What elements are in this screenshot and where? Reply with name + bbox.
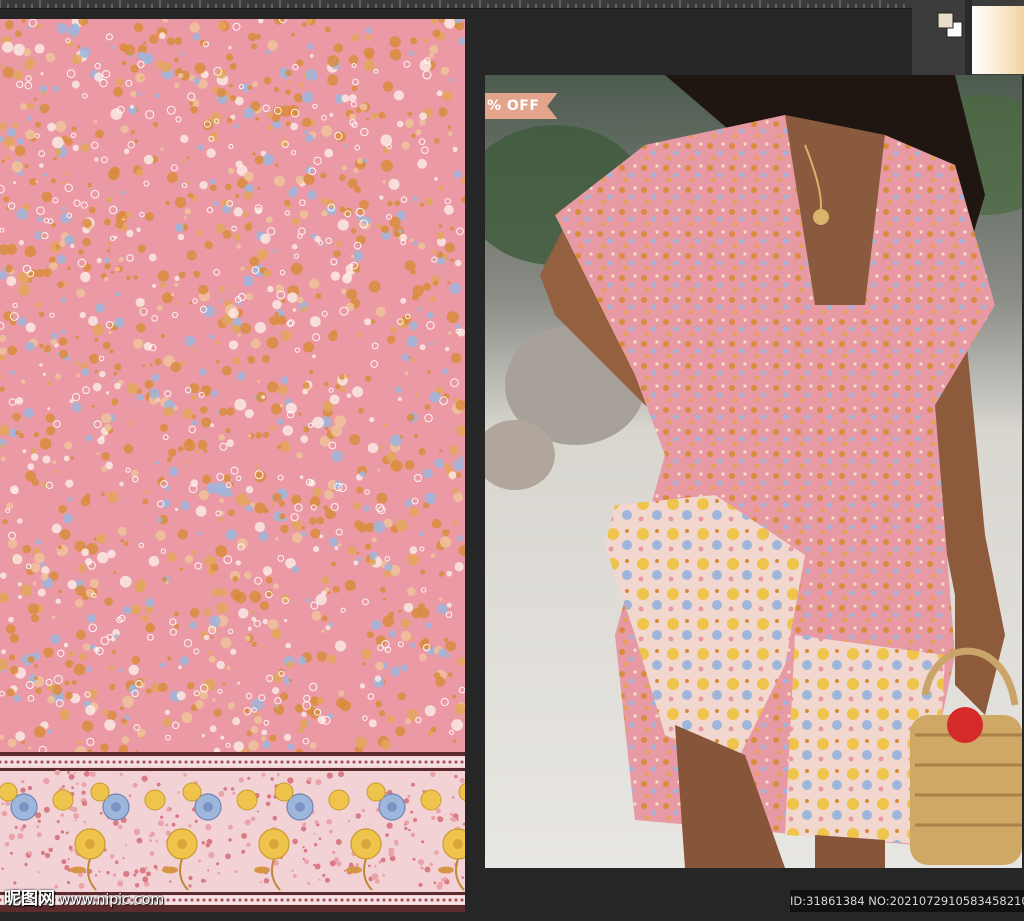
floral-pattern-canvas[interactable] — [0, 19, 465, 753]
floral-pattern — [0, 19, 465, 753]
peony-flower-icon — [274, 782, 382, 891]
site-watermark: 昵图网 www.nipic.com — [4, 884, 164, 909]
watermark-site-name: 昵图网 — [4, 889, 55, 909]
image-id-watermark: ID:31861384 NO:20210729105834582102 — [790, 890, 1024, 912]
dress-model-photo: % OFF — [485, 75, 1022, 868]
color-swatch-icon[interactable] — [936, 11, 966, 41]
ruler-ticks — [0, 0, 905, 8]
peony-flower-icon — [182, 782, 290, 891]
panel-separator — [965, 0, 972, 76]
peony-flower-icon — [0, 782, 106, 891]
photo-illustration — [485, 75, 1022, 868]
peony-flower-icon — [366, 782, 465, 891]
top-ruler — [0, 0, 912, 9]
gradient-preview[interactable] — [972, 6, 1024, 74]
watermark-site-url: www.nipic.com — [59, 892, 165, 908]
discount-badge: % OFF — [485, 93, 558, 119]
